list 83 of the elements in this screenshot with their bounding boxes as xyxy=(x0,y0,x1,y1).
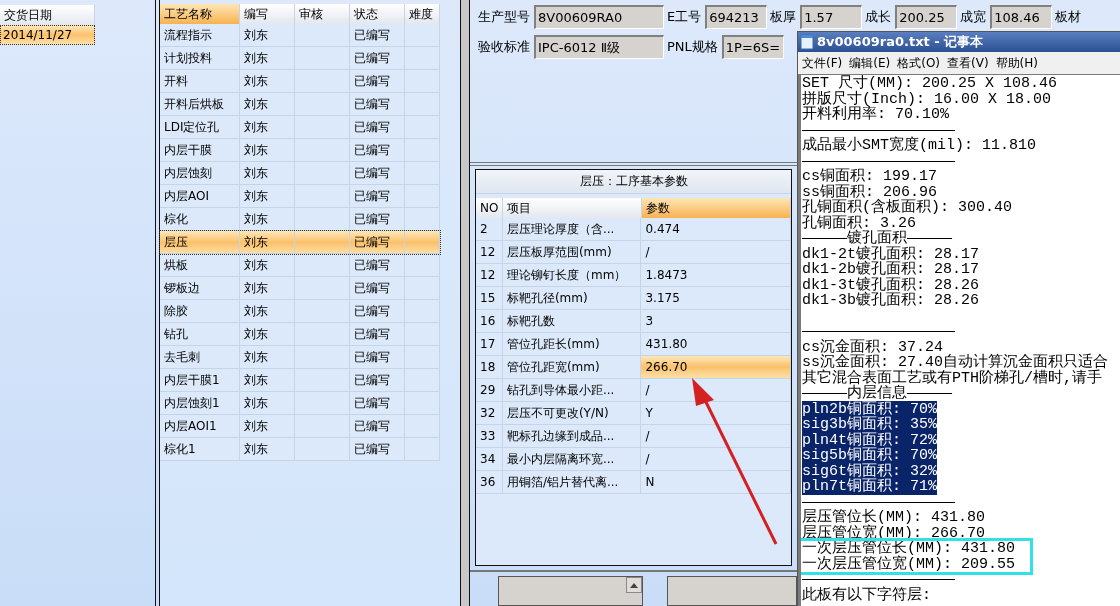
field-label: 生产型号 xyxy=(478,8,530,27)
column-header[interactable]: 难度 xyxy=(405,4,440,24)
table-cell: 12 xyxy=(476,240,503,264)
text-line: —————内层信息————— xyxy=(802,385,952,402)
table-cell: 刘东 xyxy=(240,438,295,461)
up-arrow-icon xyxy=(630,582,638,588)
table-cell: 266.70 xyxy=(641,355,791,379)
text-field[interactable]: 1P=6S= xyxy=(721,35,784,59)
text-line: dk1-3b镀孔面积: 28.26 xyxy=(802,292,980,309)
table-cell: 3 xyxy=(641,309,791,333)
text-field[interactable]: 694213 xyxy=(705,5,768,29)
field-label: E工号 xyxy=(667,8,702,27)
window-title: 8v00609ra0.txt - 记事本 xyxy=(817,33,984,52)
table-cell: 最小内层隔离环宽... xyxy=(502,447,642,471)
table-cell: 3.175 xyxy=(641,286,791,310)
menu-item[interactable]: 查看(V) xyxy=(947,54,989,72)
text-line: SET 尺寸(MM): 200.25 X 108.46 xyxy=(802,75,1058,92)
table-cell: 15 xyxy=(476,286,503,310)
table-cell: 12 xyxy=(476,263,503,287)
menu-item[interactable]: 格式(O) xyxy=(897,54,941,72)
table-cell: 431.80 xyxy=(641,332,791,356)
table-cell: 34 xyxy=(476,447,503,471)
table-cell: 层压不可更改(Y/N) xyxy=(502,401,642,425)
table-cell: 标靶孔数 xyxy=(502,309,642,333)
table-cell: N xyxy=(641,470,791,494)
text-field[interactable]: 108.46 xyxy=(990,5,1053,29)
text-field[interactable]: IPC-6012 Ⅱ级 xyxy=(534,35,664,59)
table-cell: 36 xyxy=(476,470,503,494)
text-field[interactable]: 8V00609RA0 xyxy=(534,5,664,29)
text-line: 孔铜面积(含板面积): 300.40 xyxy=(802,199,1012,216)
table-cell: 32 xyxy=(476,401,503,425)
column-header[interactable]: 状态 xyxy=(350,4,405,24)
panel-splitter[interactable] xyxy=(460,0,470,606)
table-cell: 33 xyxy=(476,424,503,448)
text-field[interactable]: 200.25 xyxy=(895,5,958,29)
text-line: 开料利用率: 70.10% xyxy=(802,106,949,123)
table-cell: / xyxy=(641,447,791,471)
scroll-up-button[interactable] xyxy=(626,577,642,593)
column-header[interactable]: 工艺名称 xyxy=(160,4,240,24)
table-cell: 1.8473 xyxy=(641,263,791,287)
table-cell: 标靶孔径(mm) xyxy=(502,286,642,310)
table-cell: / xyxy=(641,240,791,264)
field-label: 成宽 xyxy=(960,8,987,27)
table-cell: 18 xyxy=(476,355,503,379)
menu-item[interactable]: 帮助(H) xyxy=(995,54,1038,72)
column-header[interactable]: NO xyxy=(476,197,503,218)
text-line: 此板有以下字符层: xyxy=(802,586,931,604)
column-header[interactable]: 审核 xyxy=(295,4,350,24)
table-cell: / xyxy=(641,424,791,448)
table-cell: 层压板厚范围(mm) xyxy=(502,240,642,264)
table-cell: 钻孔到导体最小距... xyxy=(502,378,642,402)
column-header[interactable]: 项目 xyxy=(503,197,642,218)
notepad-icon xyxy=(800,34,814,50)
field-label: 验收标准 xyxy=(478,38,530,57)
column-header[interactable]: 编写 xyxy=(240,4,295,24)
table-cell: 16 xyxy=(476,309,503,333)
text-line: ————————————————— xyxy=(802,323,956,340)
field-label: 板材 xyxy=(1055,8,1082,27)
table-cell: 层压理论厚度（含... xyxy=(502,217,642,241)
text-line: 一次层压管位宽(MM): 209.55 xyxy=(802,555,1016,573)
field-label: PNL规格 xyxy=(667,38,718,57)
field-label: 成长 xyxy=(865,8,892,27)
table-row[interactable]: 2014/11/27 xyxy=(0,25,95,45)
panel-title: 层压：工序基本参数 xyxy=(476,169,791,194)
list-box[interactable] xyxy=(498,576,643,606)
column-header[interactable]: 交货日期 xyxy=(0,5,95,25)
list-box[interactable] xyxy=(667,576,797,606)
menu-item[interactable]: 编辑(E) xyxy=(849,54,891,72)
table-cell: 已编写 xyxy=(350,438,405,461)
table-cell: 29 xyxy=(476,378,503,402)
table-cell: 管位孔距长(mm) xyxy=(502,332,642,356)
text-line: cs铜面积: 199.17 xyxy=(802,168,937,185)
table-cell: 棕化1 xyxy=(160,438,240,461)
column-header[interactable]: 参数 xyxy=(641,197,791,218)
table-cell: 17 xyxy=(476,332,503,356)
table-cell: 用铜箔/铝片替代离... xyxy=(502,470,642,494)
table-cell: 靶标孔边缘到成品... xyxy=(502,424,642,448)
table-cell: 理论铆钉长度（mm） xyxy=(502,263,642,287)
text-field[interactable]: 1.57 xyxy=(800,5,863,29)
menu-item[interactable]: 文件(F) xyxy=(802,54,843,72)
table-cell: 2 xyxy=(476,217,503,241)
table-cell: 0.474 xyxy=(641,217,791,241)
field-label: 板厚 xyxy=(770,8,797,27)
